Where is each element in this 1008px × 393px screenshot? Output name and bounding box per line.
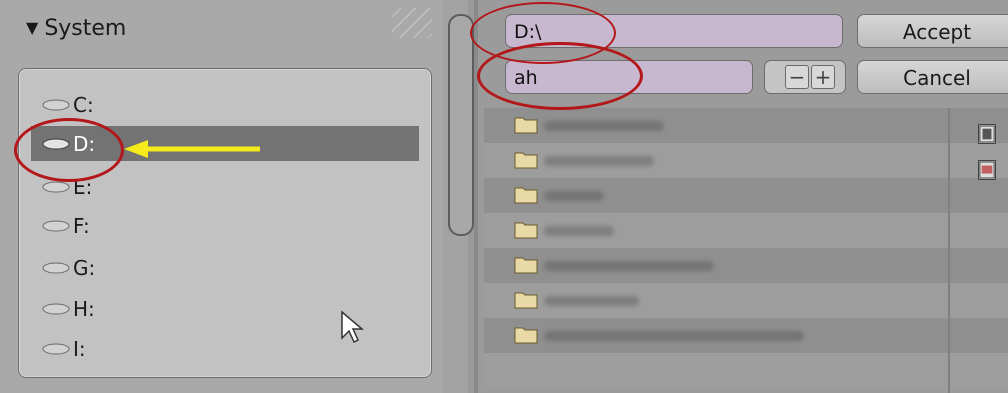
list-item[interactable]: [484, 213, 1008, 248]
minus-button[interactable]: −: [785, 65, 809, 89]
drive-list: C: D: E: F: G: H: I:: [18, 68, 432, 378]
highlight-circle: [470, 2, 616, 64]
increment-group: − +: [764, 60, 846, 94]
folder-icon: [514, 187, 538, 204]
arrow-left-icon: [124, 140, 260, 158]
folder-icon: [514, 257, 538, 274]
disk-icon: [41, 98, 71, 112]
collapse-triangle-icon[interactable]: ▼: [26, 18, 38, 37]
drive-label: G:: [73, 255, 96, 280]
drive-item-g[interactable]: G:: [31, 250, 419, 285]
accept-button[interactable]: Accept: [857, 14, 1008, 48]
mouse-cursor-icon: [341, 310, 365, 344]
disk-icon: [41, 219, 71, 233]
list-item[interactable]: [484, 283, 1008, 318]
scrollbar[interactable]: [448, 14, 474, 236]
cancel-button[interactable]: Cancel: [857, 60, 1008, 94]
system-header[interactable]: ▼ System: [26, 16, 126, 41]
disk-icon: [41, 261, 71, 275]
drive-item-f[interactable]: F:: [31, 208, 419, 243]
drive-label: C:: [73, 92, 94, 117]
disk-icon: [41, 302, 71, 316]
blurred-filename: [544, 226, 614, 236]
blurred-filename: [544, 156, 654, 166]
drive-label: H:: [73, 296, 95, 321]
blurred-filename: [544, 191, 604, 201]
folder-icon: [514, 222, 538, 239]
disk-icon: [41, 342, 71, 356]
blurred-filename: [544, 296, 639, 306]
plus-button[interactable]: +: [811, 65, 835, 89]
list-item[interactable]: [484, 108, 1008, 143]
blurred-filename: [544, 261, 714, 271]
list-item[interactable]: [484, 248, 1008, 283]
list-item[interactable]: [484, 143, 1008, 178]
list-item[interactable]: [484, 353, 1008, 388]
folder-icon: [514, 117, 538, 134]
film-icon[interactable]: [978, 124, 996, 144]
drive-label: F:: [73, 213, 90, 238]
folder-icon: [514, 327, 538, 344]
highlight-circle: [14, 118, 124, 182]
system-header-label: System: [44, 16, 127, 41]
file-list: [484, 108, 1008, 393]
drive-item-c[interactable]: C:: [31, 87, 419, 122]
column-divider[interactable]: [948, 108, 950, 393]
blurred-filename: [544, 121, 664, 131]
image-file-icon[interactable]: [978, 160, 996, 180]
list-item[interactable]: [484, 318, 1008, 353]
folder-icon: [514, 292, 538, 309]
resize-grip[interactable]: [392, 8, 432, 38]
folder-icon: [514, 152, 538, 169]
drive-label: I:: [73, 336, 86, 361]
blurred-filename: [544, 331, 804, 341]
list-item[interactable]: [484, 178, 1008, 213]
